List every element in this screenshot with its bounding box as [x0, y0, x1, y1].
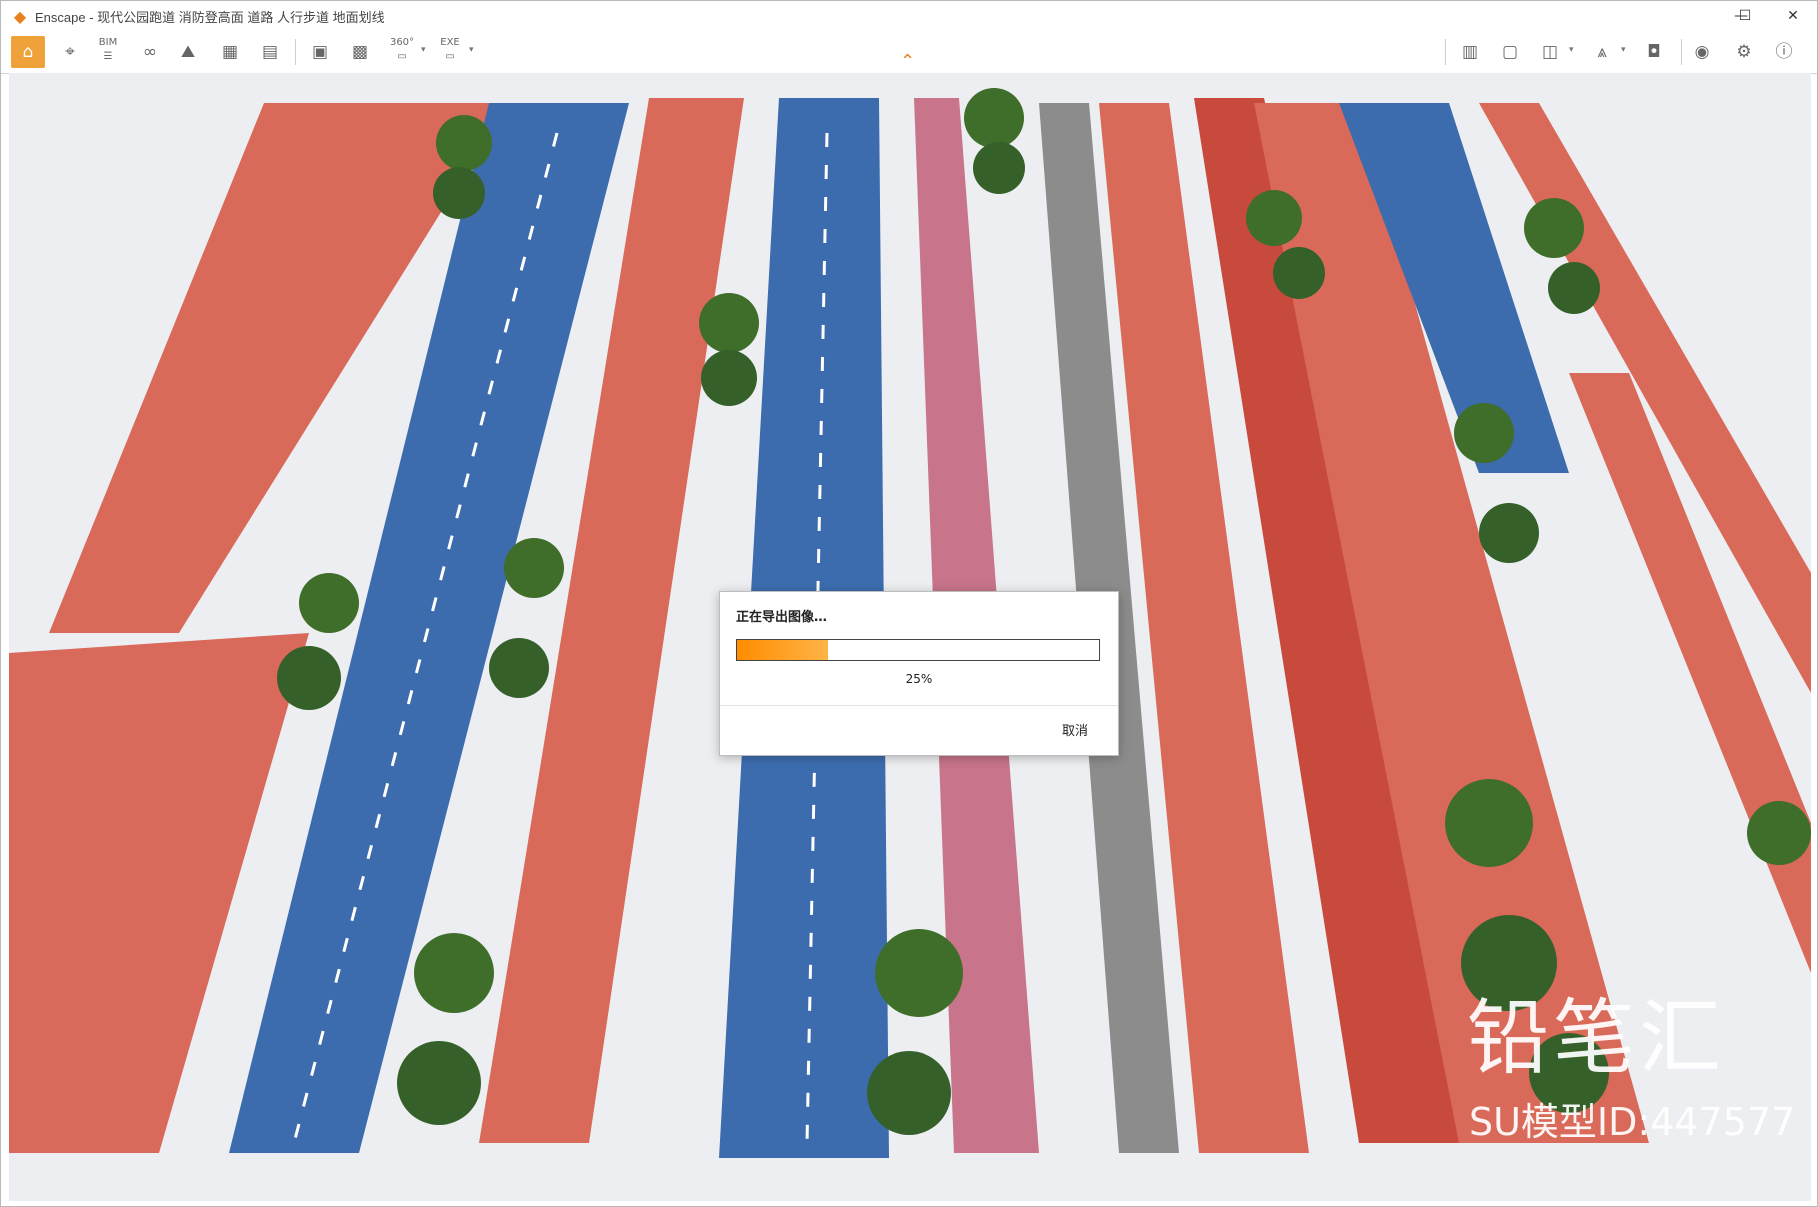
progress-bar-fill — [737, 640, 828, 660]
tree — [875, 929, 963, 1017]
binoculars-button[interactable]: ∞ — [133, 36, 167, 68]
map-button[interactable]: ▥ — [1453, 36, 1487, 68]
atlas-button[interactable]: ⩓ — [1585, 36, 1619, 68]
batch-render-icon: ▩ — [351, 42, 369, 62]
cube-button[interactable]: ◫ — [1533, 36, 1567, 68]
maximize-button[interactable]: ☐ — [1721, 1, 1769, 32]
atlas-dropdown-chevron-icon[interactable]: ▾ — [1621, 45, 1626, 55]
exe-dropdown-chevron-icon[interactable]: ▾ — [469, 45, 474, 55]
gear-icon: ⚙ — [1736, 42, 1752, 62]
bim-icon: ☰ — [103, 51, 113, 62]
screenshot-button[interactable]: ▣ — [303, 36, 337, 68]
binoculars-icon: ∞ — [142, 42, 158, 62]
tree — [1454, 403, 1514, 463]
tree — [436, 115, 492, 171]
home-button[interactable]: ⌂ — [11, 36, 45, 68]
batch-render-button[interactable]: ▩ — [343, 36, 377, 68]
tree — [973, 142, 1025, 194]
panorama-label: 360° — [389, 37, 415, 48]
tree — [964, 88, 1024, 148]
asset-library-button[interactable]: ⛰ — [171, 36, 205, 68]
tree — [277, 646, 341, 710]
vr-headset-button[interactable]: ◘ — [1637, 36, 1671, 68]
tree — [1747, 801, 1811, 865]
monitor-button[interactable]: ▢ — [1493, 36, 1527, 68]
tree — [1273, 247, 1325, 299]
cube-icon: ◫ — [1541, 42, 1559, 62]
help-button[interactable]: ⓘ — [1767, 36, 1801, 68]
tree — [1524, 198, 1584, 258]
exe-label: EXE — [440, 37, 460, 48]
tree — [1548, 262, 1600, 314]
tree — [414, 933, 494, 1013]
dialog-title: 正在导出图像… — [736, 610, 828, 625]
clapper-icon: ▤ — [261, 42, 279, 62]
panorama-icon: ▭ — [397, 51, 407, 62]
settings-button[interactable]: ⚙ — [1727, 36, 1761, 68]
exe-export-button[interactable]: EXE ▭ — [433, 36, 467, 68]
tree — [699, 293, 759, 353]
tree — [1246, 190, 1302, 246]
panorama-dropdown-chevron-icon[interactable]: ▾ — [421, 45, 426, 55]
bim-button[interactable]: BIM ☰ — [91, 36, 125, 68]
panorama-button[interactable]: 360° ▭ — [385, 36, 419, 68]
exe-icon: ▭ — [445, 51, 455, 62]
title-bar: ◆ Enscape - 现代公园跑道 消防登高面 道路 人行步道 地面划线 — … — [1, 1, 1817, 32]
vr-headset-icon: ◘ — [1647, 42, 1661, 62]
maximize-icon: ☐ — [1738, 8, 1752, 24]
home-icon: ⌂ — [22, 42, 34, 62]
cube-dropdown-chevron-icon[interactable]: ▾ — [1569, 45, 1574, 55]
tree — [433, 167, 485, 219]
visual-settings-button[interactable]: ◉ — [1685, 36, 1719, 68]
clapper-button[interactable]: ▤ — [253, 36, 287, 68]
tree — [1445, 779, 1533, 867]
eye-icon: ◉ — [1694, 42, 1710, 62]
tree — [1479, 503, 1539, 563]
toolbar-separator — [1445, 39, 1446, 65]
atlas-icon: ⩓ — [1597, 42, 1607, 62]
close-button[interactable]: ✕ — [1769, 1, 1817, 32]
help-icon: ⓘ — [1775, 42, 1793, 62]
dialog-divider — [720, 705, 1118, 706]
enscape-logo-icon: ◆ — [13, 6, 27, 26]
tree — [397, 1041, 481, 1125]
collapse-toolbar-chevron-up-icon[interactable]: ⌃ — [900, 53, 915, 71]
cancel-button[interactable]: 取消 — [1062, 720, 1088, 739]
views-button[interactable]: ▦ — [213, 36, 247, 68]
render-viewport[interactable]: 正在导出图像… 25% 取消 铅笔汇 SU模型ID:447577 — [9, 73, 1811, 1201]
asset-library-icon: ⛰ — [180, 42, 196, 62]
progress-percentage: 25% — [905, 672, 933, 686]
watermark-brand: 铅笔汇 — [1467, 991, 1726, 1086]
window-title: Enscape - 现代公园跑道 消防登高面 道路 人行步道 地面划线 — [35, 10, 385, 25]
tree — [867, 1051, 951, 1135]
views-icon: ▦ — [221, 42, 239, 62]
toolbar-separator — [1681, 39, 1682, 65]
progress-bar — [736, 639, 1100, 661]
tree — [299, 573, 359, 633]
enscape-window: ◆ Enscape - 现代公园跑道 消防登高面 道路 人行步道 地面划线 — … — [0, 0, 1818, 1207]
tree — [489, 638, 549, 698]
close-icon: ✕ — [1787, 8, 1799, 24]
tree — [504, 538, 564, 598]
bim-label: BIM — [98, 37, 118, 48]
monitor-icon: ▢ — [1501, 42, 1519, 62]
tree — [701, 350, 757, 406]
watermark-model-id: SU模型ID:447577 — [1469, 1100, 1796, 1144]
location-button[interactable]: ⌖ — [53, 36, 87, 68]
map-icon: ▥ — [1461, 42, 1479, 62]
screenshot-icon: ▣ — [311, 42, 329, 62]
toolbar-separator — [295, 39, 296, 65]
export-progress-dialog: 正在导出图像… 25% 取消 — [719, 591, 1119, 756]
location-pin-icon: ⌖ — [65, 42, 75, 62]
